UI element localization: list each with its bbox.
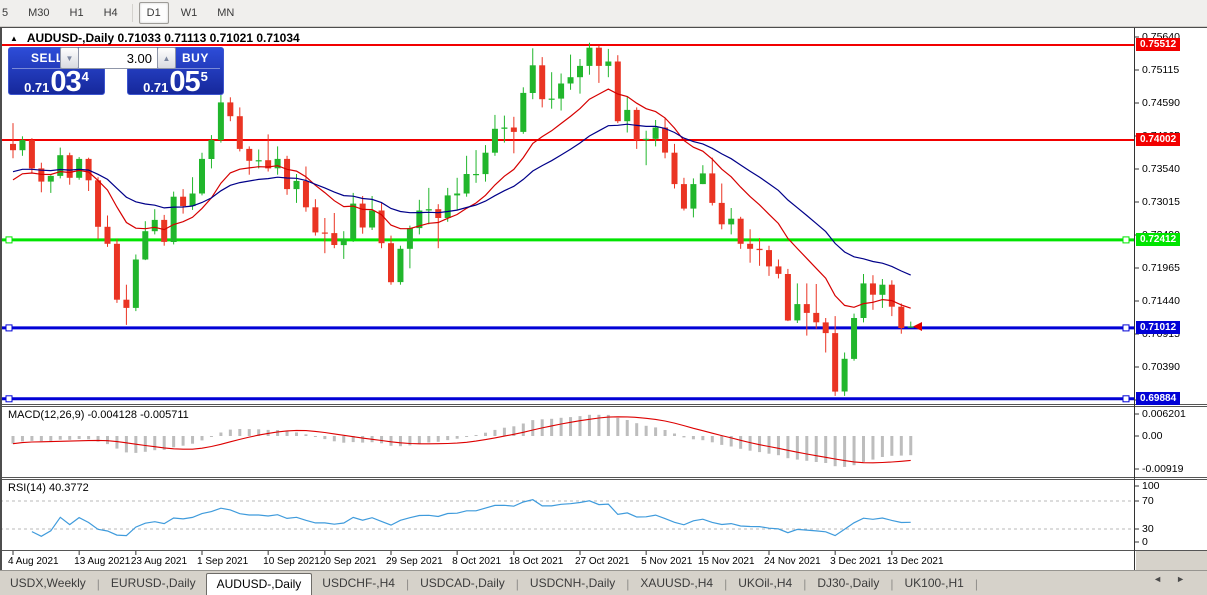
rsi-axis-label: 70 [1142,495,1154,507]
chart-tab-dj30-daily[interactable]: DJ30-,Daily [807,573,889,594]
timeframe-button-d1[interactable]: D1 [138,2,169,24]
sell-price-prefix: 0.71 [24,80,50,95]
price-axis-label: 0.75115 [1142,64,1180,76]
chart-tab-audusd-daily[interactable]: AUDUSD-,Daily [205,572,313,595]
price-axis-label: 0.70390 [1142,361,1180,373]
volume-decrease-button[interactable]: ▼ [60,47,79,69]
tab-scrollers: ◄► [1153,574,1199,584]
macd-axis-label: 0.006201 [1142,408,1186,420]
buy-price-big: 05 [169,66,200,98]
chart-tab-uk100-h1[interactable]: UK100-,H1 [894,573,973,594]
date-axis-label: 8 Oct 2021 [452,556,502,567]
rsi-axis-label: 0 [1142,536,1148,548]
macd-indicator-label: MACD(12,26,9) -0.004128 -0.005711 [8,409,189,421]
tab-separator: | [974,576,978,591]
chart-window-border-left [0,26,2,570]
macd-axis-label: 0.00 [1142,430,1163,442]
price-axis-label: 0.74590 [1142,97,1180,109]
tab-scroll-right-icon[interactable]: ► [1176,574,1199,584]
chart-tab-xauusd-h4[interactable]: XAUUSD-,H4 [630,573,723,594]
timeframe-button-5[interactable]: 5 [0,2,16,24]
price-axis-label: 0.71440 [1142,295,1180,307]
price-line-badge: 0.69884 [1136,391,1181,405]
date-axis-label: 27 Oct 2021 [575,556,630,567]
timeframe-button-m30[interactable]: M30 [20,2,57,24]
chart-tab-bar: USDX,Weekly | EURUSD-,Daily AUDUSD-,Daily US… [0,570,1207,595]
sell-price-big: 03 [50,66,81,98]
buy-price: 0.71 05 5 [128,66,223,98]
axis-corner [1136,551,1207,570]
chart-tab-usdx-weekly[interactable]: USDX,Weekly [0,573,96,594]
date-axis-label: 13 Dec 2021 [886,556,944,567]
toolbar-separator [131,4,133,22]
chart-tab-usdchf-h4[interactable]: USDCHF-,H4 [312,573,405,594]
date-axis-label: 4 Aug 2021 [8,556,59,567]
volume-spinner: ▼ ▲ [60,47,176,69]
date-axis-label: 18 Oct 2021 [508,556,564,567]
timeframe-button-mn[interactable]: MN [209,2,242,24]
sell-price: 0.71 03 4 [9,66,104,98]
buy-price-prefix: 0.71 [143,80,169,95]
date-axis-label: 10 Sep 2021 [263,556,320,567]
title-marker-icon: ▲ [10,34,18,43]
chart-ohlc-values: 0.71033 0.71113 0.71021 0.71034 [117,31,300,45]
date-axis-label: 5 Nov 2021 [641,556,693,567]
buy-price-pip: 5 [200,69,208,84]
timeframe-button-h4[interactable]: H4 [96,2,126,24]
date-axis-label: 15 Nov 2021 [697,556,755,567]
timeframe-button-w1[interactable]: W1 [173,2,206,24]
price-axis-label: 0.71965 [1142,262,1180,274]
date-axis-label: 29 Sep 2021 [386,556,443,567]
volume-input[interactable] [79,47,157,69]
chart-tab-usdcnh-daily[interactable]: USDCNH-,Daily [520,573,625,594]
rsi-indicator-label: RSI(14) 40.3772 [8,482,89,494]
sell-price-pip: 4 [81,69,89,84]
date-axis-label: 13 Aug 2021 [74,556,131,567]
date-axis-label: 24 Nov 2021 [764,556,821,567]
price-line-badge: 0.75512 [1136,38,1181,52]
price-line-badge: 0.72412 [1136,232,1181,246]
one-click-trading-panel: SELL 0.71 03 4 BUY 0.71 05 5 ▼ ▲ [8,47,224,98]
price-axis-label: 0.73540 [1142,163,1180,175]
price-line-badge: 0.71012 [1136,320,1181,334]
rsi-axis-label: 100 [1142,480,1160,492]
chart-tab-usdcad-daily[interactable]: USDCAD-,Daily [410,573,515,594]
timeframe-toolbar: 5 M30 H1 H4 D1 W1 MN [0,0,1207,27]
price-line-badge: 0.74002 [1136,132,1181,146]
rsi-axis-label: 30 [1142,523,1154,535]
date-axis-label: 20 Sep 2021 [319,556,377,567]
tab-scroll-left-icon[interactable]: ◄ [1153,574,1176,584]
macd-axis-label: -0.00919 [1142,463,1184,475]
chart-symbol-label: AUDUSD-,Daily [26,31,115,45]
chart-title: ▲ AUDUSD-,Daily 0.71033 0.71113 0.71021 … [10,31,300,45]
sell-button-label: SELL [31,51,64,65]
date-axis-label: 1 Sep 2021 [197,556,249,567]
chart-tab-ukoil-h4[interactable]: UKOil-,H4 [728,573,802,594]
chart-tab-eurusd-daily[interactable]: EURUSD-,Daily [101,573,206,594]
date-axis-label: 23 Aug 2021 [130,556,188,567]
mt4-terminal: 5 M30 H1 H4 D1 W1 MN ▲ AUDUSD-,Daily 0.71033 0… [0,0,1207,595]
volume-increase-button[interactable]: ▲ [157,47,176,69]
buy-button-label: BUY [182,51,209,65]
date-axis-label: 3 Dec 2021 [830,556,882,567]
timeframe-button-h1[interactable]: H1 [62,2,92,24]
price-axis-label: 0.73015 [1142,196,1180,208]
